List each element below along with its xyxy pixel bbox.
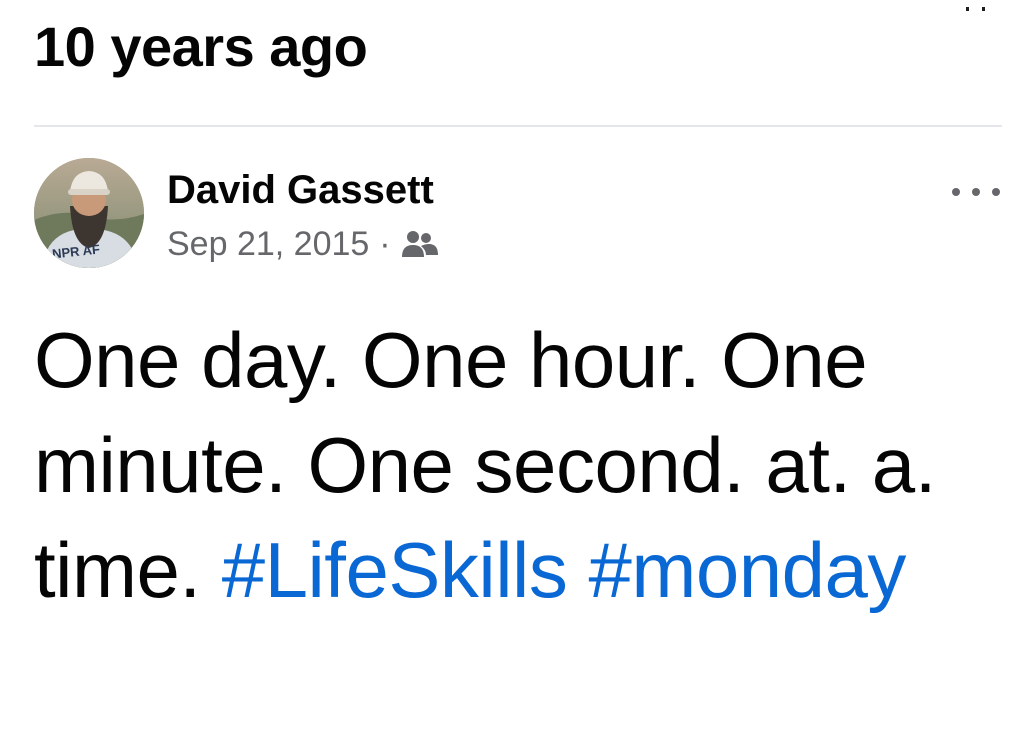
- hashtag-lifeskills[interactable]: #LifeSkills: [222, 526, 568, 614]
- top-partial-icon: [956, 0, 996, 11]
- post-body: One day. One hour. One minute. One secon…: [34, 308, 1002, 623]
- author-name[interactable]: David Gassett: [167, 164, 434, 216]
- meta-separator: ·: [379, 224, 391, 263]
- avatar[interactable]: NPR AF: [34, 158, 144, 268]
- more-dot: [992, 188, 1000, 196]
- post-meta: Sep 21, 2015 ·: [167, 222, 439, 266]
- more-dot: [952, 188, 960, 196]
- hashtag-monday[interactable]: #monday: [589, 526, 907, 614]
- divider: [34, 125, 1002, 127]
- post-header: NPR AF David Gassett Sep 21, 2015 ·: [34, 158, 1002, 270]
- more-dot: [972, 188, 980, 196]
- post-date[interactable]: Sep 21, 2015: [167, 225, 369, 264]
- more-options-icon[interactable]: [952, 180, 1000, 204]
- memory-section-title: 10 years ago: [34, 15, 368, 78]
- friends-icon[interactable]: [401, 229, 439, 259]
